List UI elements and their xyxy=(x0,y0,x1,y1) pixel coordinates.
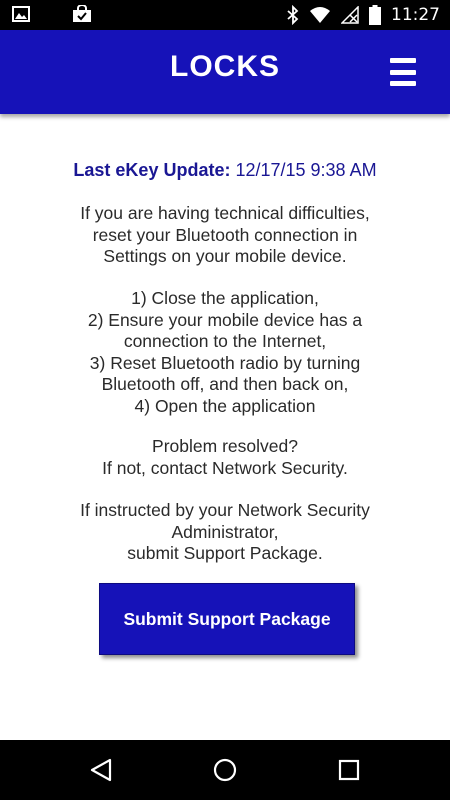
app-header: LOCKS xyxy=(0,30,450,114)
recent-apps-icon[interactable] xyxy=(334,755,364,785)
menu-bar-middle xyxy=(390,69,416,75)
shopping-bag-icon xyxy=(72,5,92,23)
support-line: If instructed by your Network Security xyxy=(80,500,370,520)
intro-line: Settings on your mobile device. xyxy=(103,246,347,266)
page-title: LOCKS xyxy=(170,50,280,83)
intro-line: If you are having technical difficulties… xyxy=(80,203,370,223)
problem-resolved-text: Problem resolved? If not, contact Networ… xyxy=(30,436,420,479)
status-bar: 11:27 xyxy=(0,0,450,30)
hamburger-menu-icon[interactable] xyxy=(390,58,416,86)
step-line: connection to the Internet, xyxy=(123,331,327,351)
resolved-line: Problem resolved? xyxy=(152,436,298,456)
image-icon xyxy=(12,6,30,22)
troubleshooting-intro: If you are having technical difficulties… xyxy=(30,203,420,268)
status-time: 11:27 xyxy=(391,5,440,25)
step-line: 1) Close the application, xyxy=(131,288,319,308)
menu-bar-top xyxy=(390,58,416,63)
main-content: Last eKey Update: 12/17/15 9:38 AM If yo… xyxy=(0,114,450,740)
step-line: 2) Ensure your mobile device has a xyxy=(87,309,363,330)
navigation-bar xyxy=(0,740,450,800)
last-update-value: 12/17/15 9:38 AM xyxy=(235,160,377,180)
submit-support-package-button[interactable]: Submit Support Package xyxy=(99,583,355,655)
troubleshooting-steps: 1) Close the application, 2) Ensure your… xyxy=(30,288,420,417)
back-icon[interactable] xyxy=(86,755,116,785)
support-line: submit Support Package. xyxy=(127,543,323,563)
menu-bar-bottom xyxy=(390,81,416,86)
status-right-icons: 11:27 xyxy=(287,4,440,26)
status-left-icons xyxy=(12,5,92,23)
step-line: Bluetooth off, and then back on, xyxy=(101,374,349,394)
wifi-icon xyxy=(309,6,331,24)
no-signal-icon xyxy=(341,6,359,24)
battery-icon xyxy=(369,5,381,25)
support-line: Administrator, xyxy=(171,521,279,542)
step-line: 3) Reset Bluetooth radio by turning xyxy=(89,352,361,373)
support-instructions: If instructed by your Network Security A… xyxy=(30,500,420,565)
intro-line: reset your Bluetooth connection in xyxy=(92,224,358,245)
bluetooth-icon xyxy=(287,5,299,25)
step-line: 4) Open the application xyxy=(134,395,316,416)
last-update-label: Last eKey Update: xyxy=(73,160,231,180)
home-icon[interactable] xyxy=(210,755,240,785)
resolved-line: If not, contact Network Security. xyxy=(102,457,348,478)
last-ekey-update: Last eKey Update: 12/17/15 9:38 AM xyxy=(0,160,450,181)
